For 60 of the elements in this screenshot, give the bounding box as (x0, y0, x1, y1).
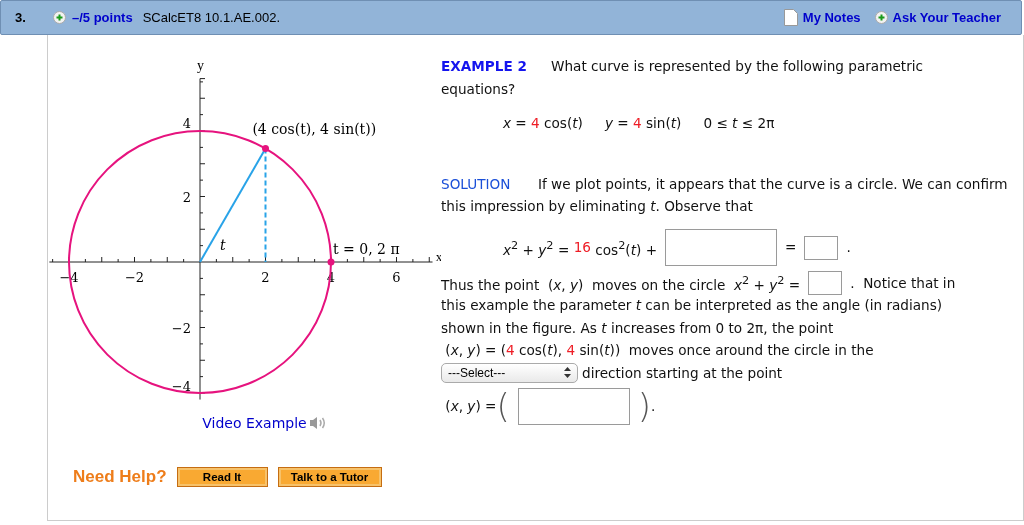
help-button[interactable]: Talk to a Tutor (277, 467, 382, 487)
coefficient: 16 (573, 238, 591, 258)
video-link[interactable]: Video Example (202, 415, 327, 431)
math-text: cos(t) (543, 114, 583, 133)
angle-label: t (220, 237, 226, 253)
answer-box[interactable] (665, 229, 778, 266)
question-number: 3. (15, 10, 27, 25)
point-marker (327, 258, 335, 266)
solution-paragraph: SOLUTION If we plot points, it appears that the curve is a circle. We can confirm this impression by eliminating t. Observe that (441, 174, 1009, 216)
math-text: . (846, 238, 851, 258)
tick-label: 6 (392, 270, 401, 285)
answer-box[interactable] (517, 387, 630, 425)
tick-label: 4 (182, 116, 191, 131)
coefficient: 4 (633, 114, 642, 133)
math-text: sin(t) (644, 114, 682, 133)
math-text: shown in the figure. As t increases from 0 to 2π, the point (441, 318, 834, 338)
tick-label: −2 (171, 320, 191, 336)
math-text: . Notice that in (850, 273, 956, 293)
plus-icon[interactable] (874, 11, 888, 24)
tick-label: 2 (182, 189, 191, 205)
document-icon[interactable] (783, 9, 798, 26)
header-link[interactable]: Ask Your Teacher (892, 10, 1001, 25)
math-text: y = (604, 114, 630, 133)
help-button[interactable]: Read It (176, 467, 268, 487)
point-marker (262, 145, 269, 153)
math-text: (x, y) = ( (444, 341, 506, 360)
coefficient: 4 (566, 341, 576, 360)
plus-icon[interactable] (53, 11, 66, 24)
math-text: cos$^{2}$(t) + (594, 237, 658, 260)
start-label: t = 0, 2 π (333, 241, 400, 257)
math-text: x = (503, 114, 528, 133)
parenthesis: ( (496, 389, 510, 423)
math-text: . (650, 396, 656, 416)
math-text: Thus the point (x, y) moves on the circle x$^{2}$ + y$^{2}$ = (441, 272, 801, 295)
math-text: x$^{2}$ + y$^{2}$ = (503, 237, 571, 260)
axis-label: y (197, 58, 204, 73)
direction-select[interactable]: ---Select--- (441, 362, 578, 383)
assignment-code: SCalcET8 10.1.AE.002. (142, 10, 280, 25)
math-text: (x, y) = (444, 396, 497, 416)
tick-label: −4 (171, 379, 191, 394)
math-text: 0 ≤ t ≤ 2π (703, 114, 775, 133)
header-link[interactable]: My Notes (802, 10, 861, 25)
math-text: = (785, 238, 797, 258)
math-text: sin(t)) moves once around the circle in the (578, 341, 874, 360)
speaker-icon (308, 416, 327, 430)
parenthesis: ) (637, 389, 651, 423)
answer-box[interactable] (804, 235, 839, 260)
tick-label: 2 (261, 270, 270, 285)
coefficient: 4 (531, 114, 540, 133)
math-text: direction starting at the point (582, 363, 783, 383)
answer-box[interactable] (808, 270, 843, 295)
points-text: –/5 points (72, 10, 133, 25)
tick-label: −2 (124, 270, 145, 285)
point-label: (4 cos(t), 4 sin(t)) (252, 121, 377, 137)
math-text: this example the parameter t can be interpreted as the angle (in radians) (441, 296, 943, 315)
question-paragraph: EXAMPLE 2 What curve is represented by the following parametric equations? (441, 57, 924, 99)
updown-icon (564, 367, 571, 379)
coefficient: 4 (506, 341, 515, 360)
math-text: cos(t), (518, 341, 564, 360)
help-label: Need Help? (73, 467, 167, 487)
